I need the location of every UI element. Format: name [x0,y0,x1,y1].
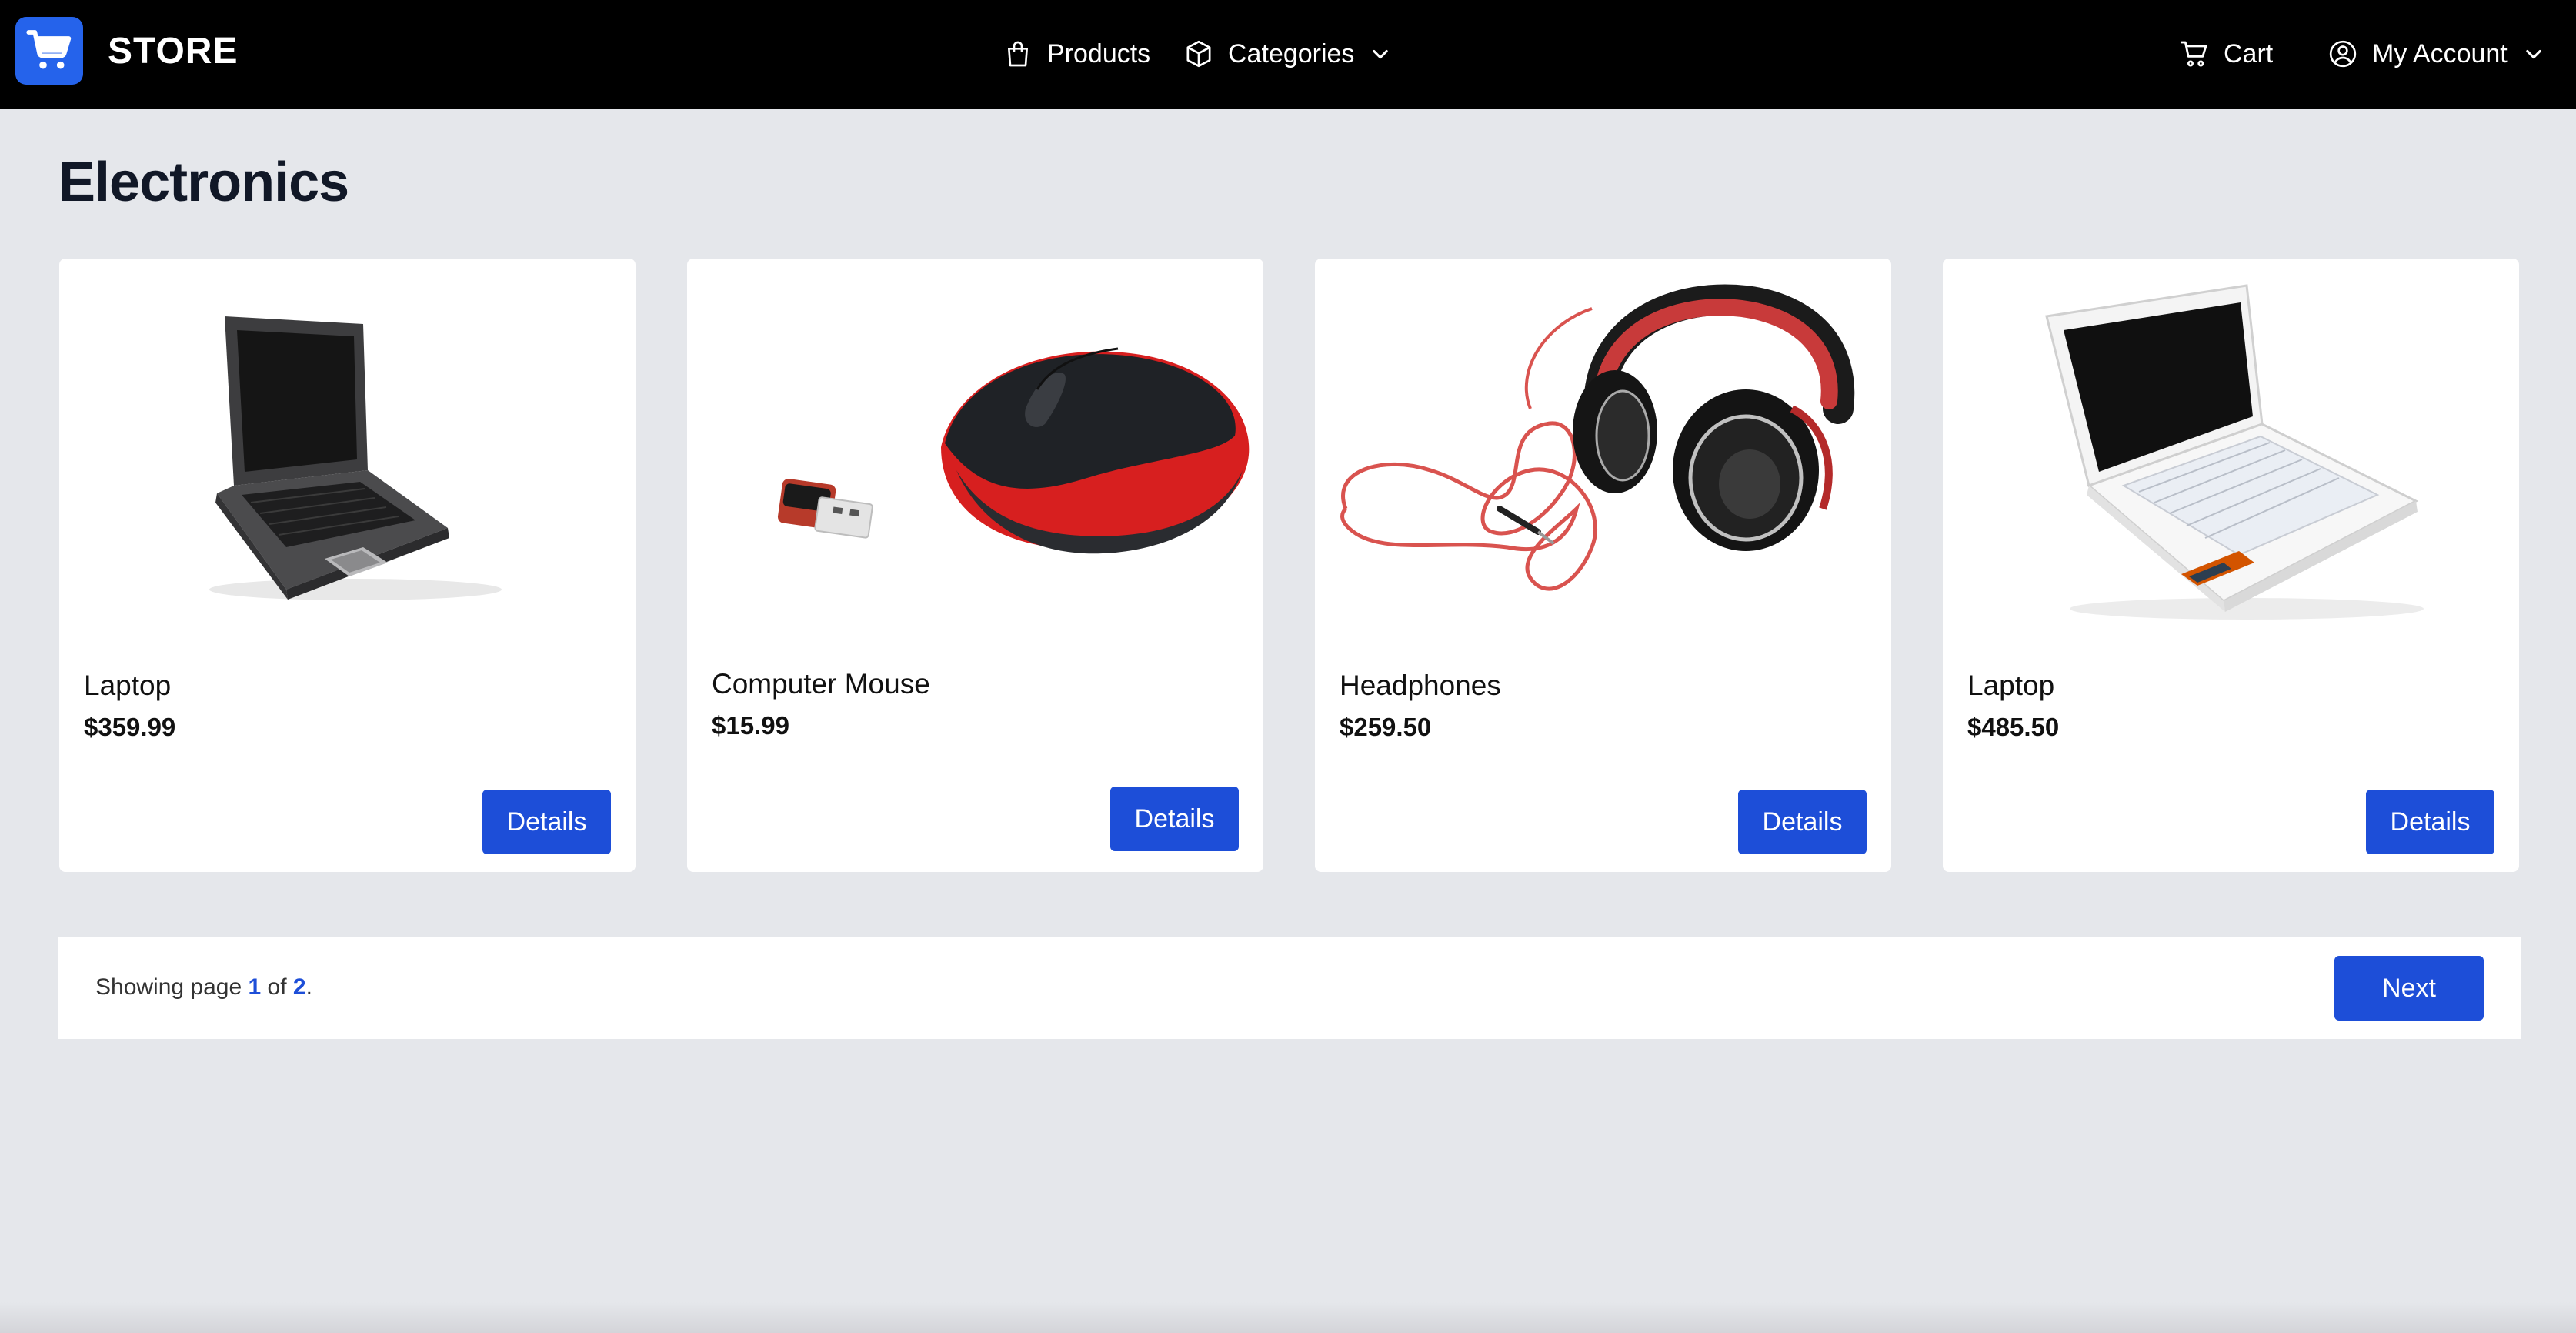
top-navbar: STORE Products Categories Cart My Accoun… [0,0,2576,109]
product-price: $485.50 [1967,713,2060,741]
total-pages: 2 [292,974,306,1000]
product-price: $15.99 [712,711,789,740]
next-page-button[interactable]: Next [2334,956,2484,1021]
cart-logo-icon[interactable] [15,17,83,85]
cart-icon [2180,41,2207,67]
bottom-shadow [0,1302,2576,1333]
current-page: 1 [248,974,262,1000]
pagination-status: Showing page 1 of 2. [95,974,312,1001]
nav-products-label: Products [1047,38,1151,68]
brand-name[interactable]: STORE [108,30,238,72]
product-card: Headphones $259.50 Details [1315,259,1891,872]
brand[interactable]: STORE [15,17,238,85]
details-button[interactable]: Details [482,790,611,854]
product-name[interactable]: Headphones [1340,670,1501,702]
product-name[interactable]: Laptop [1967,670,2054,702]
chevron-down-icon [1373,49,1389,59]
headphones-image[interactable] [1315,259,1891,651]
pagination-suffix: . [305,974,312,1000]
details-button[interactable]: Details [2366,790,2494,854]
product-card: Laptop $485.50 Details [1943,259,2519,872]
nav-account-label: My Account [2372,38,2508,68]
dark-laptop-image[interactable] [59,259,636,651]
nav-cart-label: Cart [2224,38,2274,68]
white-netbook-image[interactable] [1943,259,2519,651]
details-button[interactable]: Details [1110,787,1239,851]
product-name[interactable]: Laptop [84,670,171,702]
nav-cart[interactable]: Cart [2179,31,2273,77]
pagination-prefix: Showing page [95,974,249,1000]
shopping-bag-icon [1008,41,1028,67]
details-button[interactable]: Details [1738,790,1867,854]
nav-categories-label: Categories [1228,38,1355,68]
nav-products[interactable]: Products [1003,31,1150,77]
pagination-bar: Showing page 1 of 2. Next [58,937,2521,1039]
nav-categories-dropdown[interactable]: Categories [1183,31,1391,77]
user-circle-icon [2329,40,2357,68]
chevron-down-icon [2526,49,2541,59]
product-price: $259.50 [1340,713,1432,741]
product-price: $359.99 [84,713,176,741]
page-title: Electronics [58,152,349,213]
product-name[interactable]: Computer Mouse [712,668,930,700]
wireless-mouse-image[interactable] [687,259,1263,651]
box-icon [1186,40,1211,68]
product-card: Laptop $359.99 Details [59,259,636,872]
pagination-of: of [261,974,293,1000]
nav-account-dropdown[interactable]: My Account [2327,31,2544,77]
product-card: Computer Mouse $15.99 Details [687,259,1263,872]
